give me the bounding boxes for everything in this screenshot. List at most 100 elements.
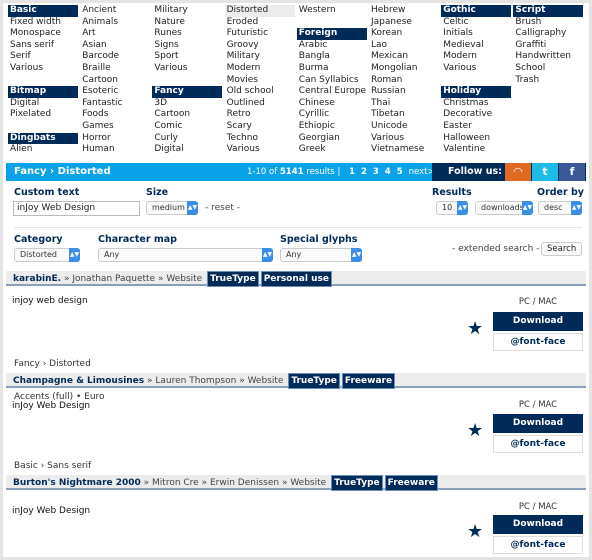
font-category[interactable]: Fancy › Distorted: [14, 359, 91, 369]
category-link[interactable]: Various: [369, 133, 439, 145]
category-link[interactable]: Braille: [80, 63, 150, 75]
author-link[interactable]: Website: [166, 274, 202, 284]
category-link[interactable]: Esoteric: [80, 86, 150, 98]
category-link[interactable]: Central Europe: [297, 86, 367, 98]
category-link[interactable]: Can Syllabics: [297, 75, 367, 87]
page-4[interactable]: 4: [385, 167, 391, 177]
category-link[interactable]: Calligraphy: [513, 28, 583, 40]
category-link[interactable]: Burma: [297, 63, 367, 75]
author-link[interactable]: Website: [248, 376, 284, 386]
font-face-button[interactable]: @font-face: [493, 435, 583, 453]
category-link[interactable]: Human: [80, 144, 150, 156]
star-icon[interactable]: ★: [467, 318, 483, 339]
font-name-link[interactable]: Burton's Nightmare 2000: [13, 478, 141, 488]
author-link[interactable]: Website: [290, 478, 326, 488]
download-button[interactable]: Download: [493, 312, 583, 331]
category-link[interactable]: Easter: [441, 121, 511, 133]
twitter-icon[interactable]: t: [532, 163, 558, 181]
category-link[interactable]: Runes: [152, 28, 222, 40]
category-link[interactable]: Horror: [80, 133, 150, 145]
page-2[interactable]: 2: [361, 167, 367, 177]
category-link[interactable]: Greek: [297, 144, 367, 156]
category-link[interactable]: Ancient: [80, 5, 150, 17]
font-name-link[interactable]: Champagne & Limousines: [13, 376, 144, 386]
category-link[interactable]: Halloween: [441, 133, 511, 145]
category-link[interactable]: Mexican: [369, 51, 439, 63]
category-link[interactable]: Various: [225, 144, 295, 156]
category-link[interactable]: Cartoon: [80, 75, 150, 87]
page-1[interactable]: 1: [349, 167, 355, 177]
category-link[interactable]: Pixelated: [8, 109, 78, 121]
category-header[interactable]: Fancy: [152, 86, 223, 98]
category-link[interactable]: Hebrew: [369, 5, 439, 17]
category-link[interactable]: Military: [152, 5, 222, 17]
category-link[interactable]: Signs: [152, 40, 222, 52]
category-link[interactable]: Movies: [225, 75, 295, 87]
category-link[interactable]: Groovy: [225, 40, 295, 52]
category-link[interactable]: Distorted: [224, 5, 295, 17]
category-link[interactable]: Serif: [8, 51, 78, 63]
category-link[interactable]: Comic: [152, 121, 222, 133]
font-preview[interactable]: inJoy Web Design: [12, 506, 90, 516]
category-link[interactable]: Various: [441, 63, 511, 75]
category-link[interactable]: Alien: [8, 144, 78, 156]
extended-search-link[interactable]: - extended search -: [452, 244, 539, 254]
size-select[interactable]: medium ▲▼: [146, 201, 198, 215]
category-link[interactable]: Celtic: [441, 17, 511, 29]
category-link[interactable]: Bangla: [297, 51, 367, 63]
category-link[interactable]: Art: [80, 28, 150, 40]
category-link[interactable]: Digital: [8, 98, 78, 110]
category-link[interactable]: Mongolian: [369, 63, 439, 75]
author-link[interactable]: Jonathan Paquette: [72, 274, 155, 284]
author-link[interactable]: Lauren Thompson: [155, 376, 236, 386]
category-link[interactable]: Unicode: [369, 121, 439, 133]
font-category[interactable]: Basic › Sans serif: [14, 461, 91, 471]
category-link[interactable]: Vietnamese: [369, 144, 439, 156]
charmap-select[interactable]: Any ▲▼: [98, 248, 273, 262]
category-header[interactable]: Bitmap: [8, 86, 78, 98]
license-tag[interactable]: TrueType: [331, 475, 383, 491]
category-link[interactable]: Outlined: [225, 98, 295, 110]
download-button[interactable]: Download: [493, 515, 583, 534]
category-link[interactable]: Fixed width: [8, 17, 78, 29]
reset-link[interactable]: - reset -: [205, 203, 240, 213]
category-header[interactable]: Holiday: [441, 86, 512, 98]
rss-icon[interactable]: ◠: [505, 163, 531, 181]
glyphs-select[interactable]: Any ▲▼: [280, 248, 362, 262]
category-link[interactable]: Christmas: [441, 98, 511, 110]
order-direction-select[interactable]: desc ▲▼: [538, 201, 582, 215]
category-select[interactable]: Distorted ▲▼: [14, 248, 80, 262]
category-link[interactable]: Decorative: [441, 109, 511, 121]
category-link[interactable]: Western: [297, 5, 367, 17]
category-link[interactable]: Korean: [369, 28, 439, 40]
facebook-icon[interactable]: f: [559, 163, 585, 181]
category-link[interactable]: Initials: [441, 28, 511, 40]
license-tag[interactable]: TrueType: [288, 373, 340, 389]
star-icon[interactable]: ★: [467, 420, 483, 441]
category-link[interactable]: Medieval: [441, 40, 511, 52]
category-link[interactable]: Valentine: [441, 144, 511, 156]
category-link[interactable]: Lao: [369, 40, 439, 52]
category-link[interactable]: Ethiopic: [297, 121, 367, 133]
category-header[interactable]: Foreign: [296, 28, 367, 40]
category-link[interactable]: Old school: [225, 86, 295, 98]
category-link[interactable]: Various: [152, 63, 222, 75]
category-link[interactable]: Sans serif: [8, 40, 78, 52]
category-link[interactable]: Techno: [225, 133, 295, 145]
category-link[interactable]: Arabic: [297, 40, 367, 52]
category-header[interactable]: Basic: [8, 5, 78, 17]
page-5[interactable]: 5: [397, 167, 403, 177]
category-link[interactable]: Asian: [80, 40, 150, 52]
category-link[interactable]: Japanese: [369, 17, 439, 29]
category-link[interactable]: Foods: [80, 109, 150, 121]
category-link[interactable]: Sport: [152, 51, 222, 63]
font-name-link[interactable]: karabinE.: [13, 274, 61, 284]
category-link[interactable]: Graffiti: [513, 40, 583, 52]
order-select[interactable]: downloads ▲▼: [475, 201, 533, 215]
font-face-button[interactable]: @font-face: [493, 536, 583, 554]
category-link[interactable]: Barcode: [80, 51, 150, 63]
author-link[interactable]: Erwin Denissen: [210, 478, 279, 488]
font-preview[interactable]: inJoy Web Design: [12, 401, 90, 411]
category-link[interactable]: Futuristic: [225, 28, 295, 40]
category-header[interactable]: Gothic: [441, 5, 512, 17]
